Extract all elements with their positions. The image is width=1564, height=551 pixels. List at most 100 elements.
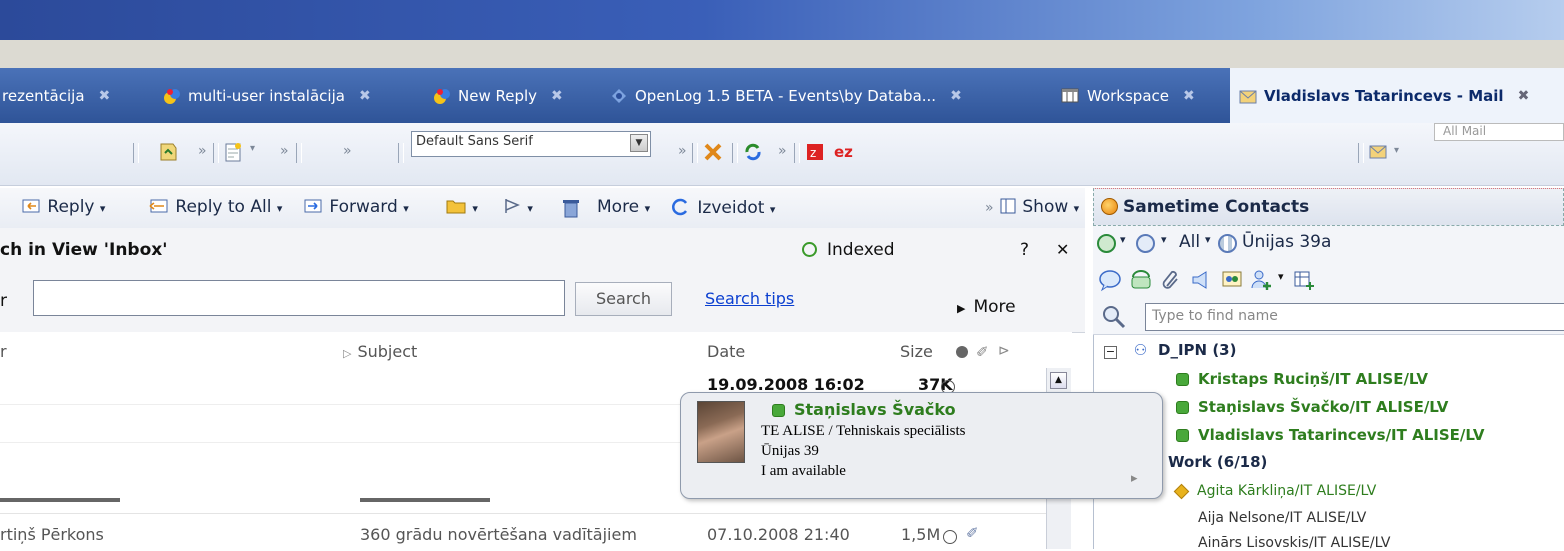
chevron-icon[interactable]: » — [343, 143, 352, 159]
chevron-icon[interactable]: » — [678, 143, 687, 159]
refresh-icon[interactable] — [742, 141, 764, 167]
contact-agita[interactable]: Agita Kārkliņa/IT ALISE/LV — [1173, 483, 1376, 499]
column-date[interactable]: Date — [707, 342, 745, 361]
mail-icon[interactable] — [1368, 141, 1390, 167]
call-icon[interactable] — [1129, 268, 1153, 292]
clipped-row-text — [0, 498, 120, 502]
izveidot-button[interactable]: Izveidot ▾ — [670, 197, 775, 218]
find-name-input[interactable]: Type to find name — [1145, 303, 1564, 331]
show-button[interactable]: » Show ▾ — [985, 197, 1079, 217]
dropdown-arrow-icon[interactable]: ▾ — [1394, 145, 1399, 156]
close-tab-icon[interactable]: ✖ — [359, 88, 371, 104]
search-scope-value: All Mail — [1443, 124, 1487, 138]
chat-icon[interactable] — [1098, 268, 1122, 292]
dropdown-arrow-icon[interactable]: ▾ — [1161, 233, 1167, 246]
unread-lock-icon[interactable]: ez — [834, 141, 860, 167]
new-memo-icon[interactable] — [222, 141, 244, 167]
group-d-ipn[interactable]: − ⚇ D_IPN (3) — [1104, 341, 1236, 359]
more-label: More — [597, 197, 640, 217]
search-scope-field[interactable]: All Mail — [1434, 123, 1564, 141]
dropdown-arrow-icon[interactable]: ▾ — [1120, 233, 1126, 246]
close-tab-icon[interactable]: ✖ — [1518, 88, 1530, 104]
add-contact-icon[interactable] — [1250, 268, 1274, 292]
bookmark-icon[interactable] — [157, 141, 179, 167]
tab-workspace[interactable]: Workspace ✖ — [1061, 68, 1207, 123]
forward-icon — [304, 199, 322, 213]
move-to-folder-button[interactable]: ▾ — [445, 197, 478, 217]
dropdown-arrow-icon[interactable]: ▾ — [1205, 233, 1211, 246]
table-row-from[interactable]: rtiņš Pērkons — [0, 525, 104, 544]
available-status-icon — [1176, 401, 1189, 414]
forward-label: Forward — [329, 197, 398, 217]
contact-name: Kristaps Ruciņš/IT ALISE/LV — [1198, 370, 1429, 388]
add-group-icon[interactable] — [1292, 268, 1316, 292]
help-button[interactable]: ? — [1020, 240, 1029, 260]
more-button[interactable]: More ▾ — [597, 197, 650, 217]
announce-icon[interactable] — [1189, 268, 1213, 292]
popup-expand-icon[interactable]: ▸ — [1131, 471, 1138, 486]
delete-button[interactable] — [560, 197, 582, 219]
contact-kristaps[interactable]: Kristaps Ruciņš/IT ALISE/LV — [1176, 370, 1428, 388]
tab-openlog[interactable]: OpenLog 1.5 BETA - Events\by Databa... ✖ — [609, 68, 974, 123]
collapse-icon[interactable]: − — [1104, 346, 1117, 359]
search-button[interactable]: Search — [575, 282, 672, 316]
reply-all-button[interactable]: Reply to All ▾ — [146, 197, 282, 217]
sametime-icon — [1101, 198, 1118, 215]
unread-column-icon[interactable] — [956, 346, 968, 358]
globe-icon[interactable] — [1218, 234, 1237, 253]
search-tips-link[interactable]: Search tips — [705, 289, 794, 308]
status-icon[interactable] — [1097, 234, 1116, 253]
notes-icon — [432, 86, 452, 106]
chevron-down-icon[interactable]: ▼ — [630, 134, 648, 152]
sort-arrow-icon: ▷ — [343, 347, 352, 360]
search-people-icon[interactable] — [1136, 234, 1155, 253]
follow-up-button[interactable]: ▾ — [502, 197, 533, 217]
available-status-icon — [1176, 373, 1189, 386]
contact-name: Vladislavs Tatarincevs/IT ALISE/LV — [1198, 426, 1485, 444]
contact-stanislavs[interactable]: Staņislavs Švačko/IT ALISE/LV — [1176, 398, 1448, 416]
tab-prezentacija[interactable]: rezentācija ✖ — [2, 68, 122, 123]
close-tab-icon[interactable]: ✖ — [1183, 88, 1195, 104]
chevron-icon[interactable]: » — [280, 143, 289, 159]
column-subject[interactable]: ▷ Subject — [343, 342, 417, 361]
font-select[interactable]: Default Sans Serif ▼ — [411, 131, 651, 157]
forward-button[interactable]: Forward ▾ — [302, 197, 409, 217]
unread-icon[interactable]: z — [804, 141, 826, 167]
delete-x-icon[interactable] — [702, 141, 724, 167]
location-label[interactable]: Ūnijas 39a — [1242, 232, 1331, 252]
tab-new-reply[interactable]: New Reply ✖ — [432, 68, 575, 123]
meeting-icon[interactable] — [1220, 268, 1244, 292]
chevron-icon[interactable]: » — [778, 143, 787, 159]
search-tips-text[interactable]: Search tips — [705, 289, 794, 308]
dropdown-arrow-icon[interactable]: ▾ — [1278, 270, 1284, 283]
close-tab-icon[interactable]: ✖ — [551, 88, 563, 104]
table-row-subject[interactable]: 360 grādu novērtēšana vadītājiem — [360, 525, 637, 544]
contact-vladislavs[interactable]: Vladislavs Tatarincevs/IT ALISE/LV — [1176, 426, 1484, 444]
paperclip-icon[interactable] — [1159, 268, 1183, 292]
tab-label: Workspace — [1087, 86, 1169, 105]
popup-name-text: Staņislavs Švačko — [794, 400, 956, 419]
column-who[interactable]: r — [0, 342, 7, 361]
column-size[interactable]: Size — [900, 342, 933, 361]
close-tab-icon[interactable]: ✖ — [99, 88, 111, 104]
search-panel-title: ch in View 'Inbox' — [0, 240, 168, 260]
tab-vladislavs-mail[interactable]: Vladislavs Tatarincevs - Mail ✖ — [1230, 68, 1564, 123]
dropdown-arrow-icon[interactable]: ▾ — [250, 143, 255, 154]
sametime-title: Sametime Contacts — [1123, 197, 1310, 217]
attachment-column-icon[interactable]: ✐ — [976, 343, 989, 361]
action-bar: Reply ▾ Reply to All ▾ Forward ▾ ▾ ▾ Mor… — [0, 188, 1085, 229]
close-search-button[interactable]: ✕ — [1056, 240, 1069, 259]
reply-button[interactable]: Reply ▾ — [20, 197, 105, 217]
tab-multi-user[interactable]: multi-user instalācija ✖ — [162, 68, 383, 123]
flag-column-icon[interactable]: ⊳ — [998, 343, 1010, 359]
search-more-button[interactable]: ▶ More — [957, 297, 1016, 317]
scroll-up-icon[interactable]: ▲ — [1050, 372, 1067, 389]
search-input[interactable] — [33, 280, 565, 316]
attachment-icon: ✐ — [966, 524, 979, 542]
close-tab-icon[interactable]: ✖ — [950, 88, 962, 104]
table-row-date[interactable]: 07.10.2008 21:40 — [707, 525, 850, 544]
contact-aija[interactable]: Aija Nelsone/IT ALISE/LV — [1198, 510, 1366, 526]
chevron-icon[interactable]: » — [198, 143, 207, 159]
all-filter[interactable]: All — [1179, 232, 1200, 252]
group-work[interactable]: Work (6/18) — [1168, 453, 1267, 471]
